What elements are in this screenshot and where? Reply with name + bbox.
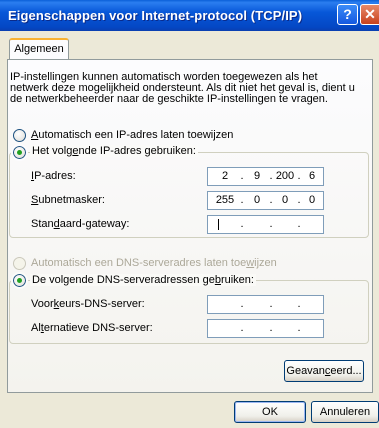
subnet-mask-field[interactable]: 255 . 0 . 0 . 0 (207, 191, 324, 210)
description-text: IP-instellingen kunnen automatisch worde… (10, 71, 355, 105)
text-caret (218, 219, 219, 230)
gateway-label: Standaard-gateway: (31, 218, 130, 230)
cancel-button[interactable]: Annuleren (311, 401, 379, 423)
alternate-dns-label: Alternatieve DNS-server: (31, 322, 153, 334)
window-title: Eigenschappen voor Internet-protocol (TC… (8, 8, 303, 23)
ok-button[interactable]: OK (234, 401, 306, 423)
ip-octet-1: 2 (221, 170, 229, 182)
gateway-dot: . (269, 218, 273, 230)
auto-ip-label[interactable]: Automatisch een IP-adres laten toewijzen (31, 129, 233, 141)
ip-address-field[interactable]: 2 . 9 . 200 . 6 (207, 167, 324, 186)
subnet-octet-1: 255 (215, 194, 235, 206)
alternate-dns-field[interactable]: . . . (207, 319, 324, 338)
subnet-octet-4: 0 (308, 194, 316, 206)
pdns-dot: . (240, 298, 244, 310)
auto-dns-label[interactable]: Automatisch een DNS-serveradres laten to… (31, 257, 277, 269)
subnet-octet-3: 0 (281, 194, 289, 206)
gateway-dot: . (297, 218, 301, 230)
manual-ip-radio[interactable] (11, 144, 28, 161)
close-button[interactable]: ✕ (360, 4, 379, 25)
auto-ip-radio[interactable] (13, 129, 26, 142)
gateway-dot: . (240, 218, 244, 230)
pdns-dot: . (269, 298, 273, 310)
gateway-field[interactable]: . . . (207, 215, 324, 234)
manual-dns-label[interactable]: De volgende DNS-serveradressen gebruiken… (30, 274, 256, 286)
help-button[interactable]: ? (337, 4, 358, 25)
advanced-button[interactable]: Geavanceerd... (284, 360, 364, 382)
manual-ip-label[interactable]: Het volgende IP-adres gebruiken: (30, 145, 198, 157)
subnet-octet-2: 0 (253, 194, 261, 206)
adns-dot: . (269, 322, 273, 334)
dialog-body: Algemeen IP-instellingen kunnen automati… (0, 31, 379, 428)
subnet-mask-label: Subnetmasker: (31, 194, 105, 206)
ip-octet-3: 200 (275, 170, 295, 182)
manual-dns-radio[interactable] (11, 272, 28, 289)
ip-address-label: IP-adres: (31, 170, 76, 182)
pdns-dot: . (297, 298, 301, 310)
preferred-dns-label: Voorkeurs-DNS-server: (31, 298, 145, 310)
ip-octet-4: 6 (308, 170, 316, 182)
adns-dot: . (297, 322, 301, 334)
title-bar[interactable]: Eigenschappen voor Internet-protocol (TC… (0, 0, 379, 31)
preferred-dns-field[interactable]: . . . (207, 295, 324, 314)
adns-dot: . (240, 322, 244, 334)
ip-octet-2: 9 (253, 170, 261, 182)
tab-algemeen[interactable]: Algemeen (9, 38, 69, 59)
auto-dns-radio[interactable] (13, 257, 26, 270)
